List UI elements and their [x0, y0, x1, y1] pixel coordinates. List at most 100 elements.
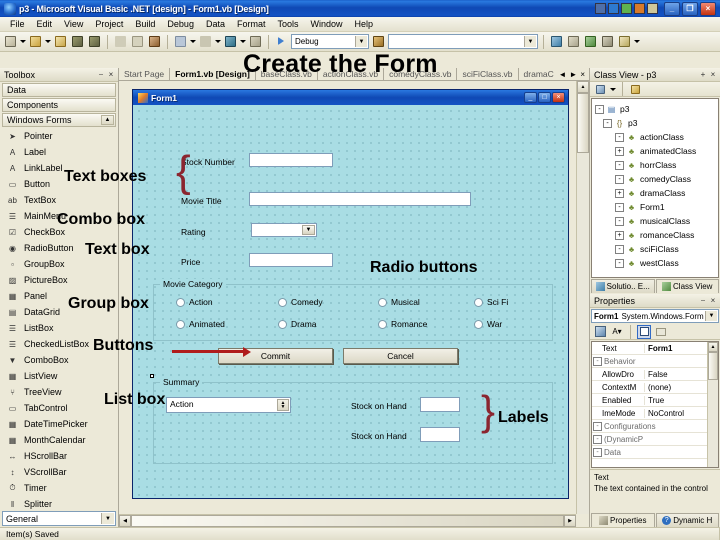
- solution-explorer-icon[interactable]: [549, 34, 564, 49]
- class-view-item-romanceclass[interactable]: + ♣ romanceClass: [595, 228, 718, 242]
- tab-solution-explorer[interactable]: Solutio.. E...: [591, 279, 655, 293]
- class-view-item-westclass[interactable]: - ♣ westClass: [595, 256, 718, 270]
- designer-hscroll-thumb[interactable]: [131, 515, 564, 527]
- toolbox-item-datagrid[interactable]: ▤ DataGrid: [0, 304, 118, 320]
- class-view-item-horrclass[interactable]: - ♣ horrClass: [595, 158, 718, 172]
- class-view-item-actionclass[interactable]: - ♣ actionClass: [595, 130, 718, 144]
- undo-icon[interactable]: [173, 34, 188, 49]
- toolbox-item-button[interactable]: ▭ Button: [0, 176, 118, 192]
- textbox-stock-number[interactable]: [249, 153, 333, 167]
- class-view-sort-icon[interactable]: [594, 83, 607, 96]
- document-tab-form1-vb-design[interactable]: Form1.vb [Design]: [170, 68, 256, 80]
- save-all-icon[interactable]: [87, 34, 102, 49]
- toolbox-scroll-up-icon[interactable]: ▲: [101, 115, 114, 125]
- radio-comedy[interactable]: Comedy: [278, 297, 323, 307]
- document-tab-nav[interactable]: ◄ ► ×: [554, 68, 589, 80]
- toolbox-item-checkbox[interactable]: ☑ CheckBox: [0, 224, 118, 240]
- radio-action-icon[interactable]: [176, 297, 185, 307]
- designer-scroll-up-button[interactable]: ▲: [577, 81, 589, 93]
- tree-expander-icon[interactable]: +: [615, 146, 624, 156]
- toolbox-item-hscrollbar[interactable]: ↔ HScrollBar: [0, 448, 118, 464]
- label-stock-number[interactable]: Stock Number: [181, 157, 235, 167]
- restore-button[interactable]: ❐: [682, 1, 698, 16]
- combobox-rating[interactable]: ▼: [251, 223, 317, 237]
- radio-drama-icon[interactable]: [278, 319, 287, 329]
- tree-expander-icon[interactable]: -: [615, 202, 624, 212]
- toolbox-item-tabcontrol[interactable]: ▭ TabControl: [0, 400, 118, 416]
- class-view-tree[interactable]: - ▤ p3-{} p3- ♣ actionClass + ♣ animatedClass - ♣ h…: [591, 98, 719, 278]
- navigate-dropdown-icon[interactable]: [240, 40, 246, 43]
- document-tab-baseclass-vb[interactable]: baseClass.vb: [256, 68, 318, 80]
- save-icon[interactable]: [70, 34, 85, 49]
- find-icon[interactable]: [371, 34, 386, 49]
- tab-prev-icon[interactable]: ◄: [558, 70, 566, 79]
- toolbox-item-listbox[interactable]: ☰ ListBox: [0, 320, 118, 336]
- properties-object-dropdown-icon[interactable]: ▼: [705, 311, 717, 321]
- menu-item-debug[interactable]: Debug: [161, 17, 200, 31]
- property-row-imemode[interactable]: ImeMode NoControl: [592, 407, 718, 420]
- form-close-button[interactable]: ×: [552, 92, 565, 103]
- new-project-icon[interactable]: [3, 34, 18, 49]
- property-category-behavior[interactable]: - Behavior: [592, 355, 718, 368]
- class-view-item-dramaclass[interactable]: + ♣ dramaClass: [595, 186, 718, 200]
- tab-dynamic-help[interactable]: ? Dynamic H: [655, 513, 719, 527]
- listbox-category[interactable]: Action ▲ ▼: [166, 397, 291, 413]
- toolbox-item-combobox[interactable]: ▼ ComboBox: [0, 352, 118, 368]
- class-view-item-scificlass[interactable]: - ♣ sciFiClass: [595, 242, 718, 256]
- toolbox-item-pointer[interactable]: ➤ Pointer: [0, 128, 118, 144]
- class-view-namespace[interactable]: -{} p3: [595, 116, 718, 130]
- designer-scroll-left-button[interactable]: ◀: [119, 515, 131, 527]
- document-tab-scificlass-vb[interactable]: sciFiClass.vb: [457, 68, 519, 80]
- property-category-dynamicp[interactable]: - (DynamicP: [592, 433, 718, 446]
- textbox-movie-title[interactable]: [249, 192, 471, 206]
- tree-expander-icon[interactable]: +: [615, 230, 624, 240]
- toolbox-category-components[interactable]: Components: [2, 98, 116, 112]
- textbox-stock-on-hand-2[interactable]: [420, 427, 460, 442]
- toolbox-item-groupbox[interactable]: ▫ GroupBox: [0, 256, 118, 272]
- category-expander-icon[interactable]: -: [593, 434, 602, 444]
- tab-next-icon[interactable]: ►: [569, 70, 577, 79]
- menu-item-build[interactable]: Build: [129, 17, 161, 31]
- document-tab-dramaclass-vb[interactable]: dramaClass.vb: [519, 68, 555, 80]
- alphabetical-view-icon[interactable]: A▾: [610, 325, 624, 339]
- toolbox-pin-icon[interactable]: ⎯: [96, 70, 106, 80]
- radio-drama[interactable]: Drama: [278, 319, 317, 329]
- tree-expander-icon[interactable]: -: [615, 258, 624, 268]
- groupbox-summary-handle[interactable]: [150, 374, 154, 378]
- copy-icon[interactable]: [130, 34, 145, 49]
- properties-pin-icon[interactable]: ⎯: [698, 296, 708, 306]
- class-view-icon[interactable]: [617, 34, 632, 49]
- textbox-price[interactable]: [249, 253, 333, 267]
- toolbox-item-panel[interactable]: ▦ Panel: [0, 288, 118, 304]
- tree-expander-icon[interactable]: -: [615, 216, 624, 226]
- class-view-close-icon[interactable]: ×: [708, 70, 718, 79]
- toolbox-category-data[interactable]: Data: [2, 83, 116, 97]
- open-folder-icon[interactable]: [28, 34, 43, 49]
- minimize-button[interactable]: _: [664, 1, 680, 16]
- tab-properties[interactable]: Properties: [591, 513, 655, 527]
- property-row-text[interactable]: Text Form1: [592, 342, 718, 355]
- radio-sci-fi[interactable]: Sci Fi: [474, 297, 508, 307]
- toolbox-item-label[interactable]: A Label: [0, 144, 118, 160]
- cut-icon[interactable]: [113, 34, 128, 49]
- radio-comedy-icon[interactable]: [278, 297, 287, 307]
- tree-expander-icon[interactable]: +: [615, 188, 624, 198]
- menu-item-project[interactable]: Project: [89, 17, 129, 31]
- toolbox-item-monthcalendar[interactable]: ▦ MonthCalendar: [0, 432, 118, 448]
- textbox-stock-on-hand-1[interactable]: [420, 397, 460, 412]
- properties-icon[interactable]: [566, 34, 581, 49]
- class-view-sort-dropdown-icon[interactable]: [610, 87, 616, 91]
- tab-close-icon[interactable]: ×: [580, 70, 585, 79]
- paste-icon[interactable]: [147, 34, 162, 49]
- toolbox-item-mainmenu[interactable]: ☰ MainMenu: [0, 208, 118, 224]
- tree-expander-icon[interactable]: -: [595, 104, 604, 114]
- menu-item-data[interactable]: Data: [200, 17, 231, 31]
- radio-sci-fi-icon[interactable]: [474, 297, 483, 307]
- start-icon[interactable]: [274, 34, 289, 49]
- designer-hscrollbar[interactable]: ◀ ▶: [119, 514, 576, 527]
- properties-vscrollbar[interactable]: ▲: [707, 342, 718, 467]
- category-expander-icon[interactable]: -: [593, 421, 602, 431]
- properties-vscroll-thumb[interactable]: [708, 352, 718, 380]
- toolbox-item-treeview[interactable]: ⑂ TreeView: [0, 384, 118, 400]
- design-form-canvas[interactable]: Stock Number Movie Title Rating ▼ Price …: [133, 105, 568, 498]
